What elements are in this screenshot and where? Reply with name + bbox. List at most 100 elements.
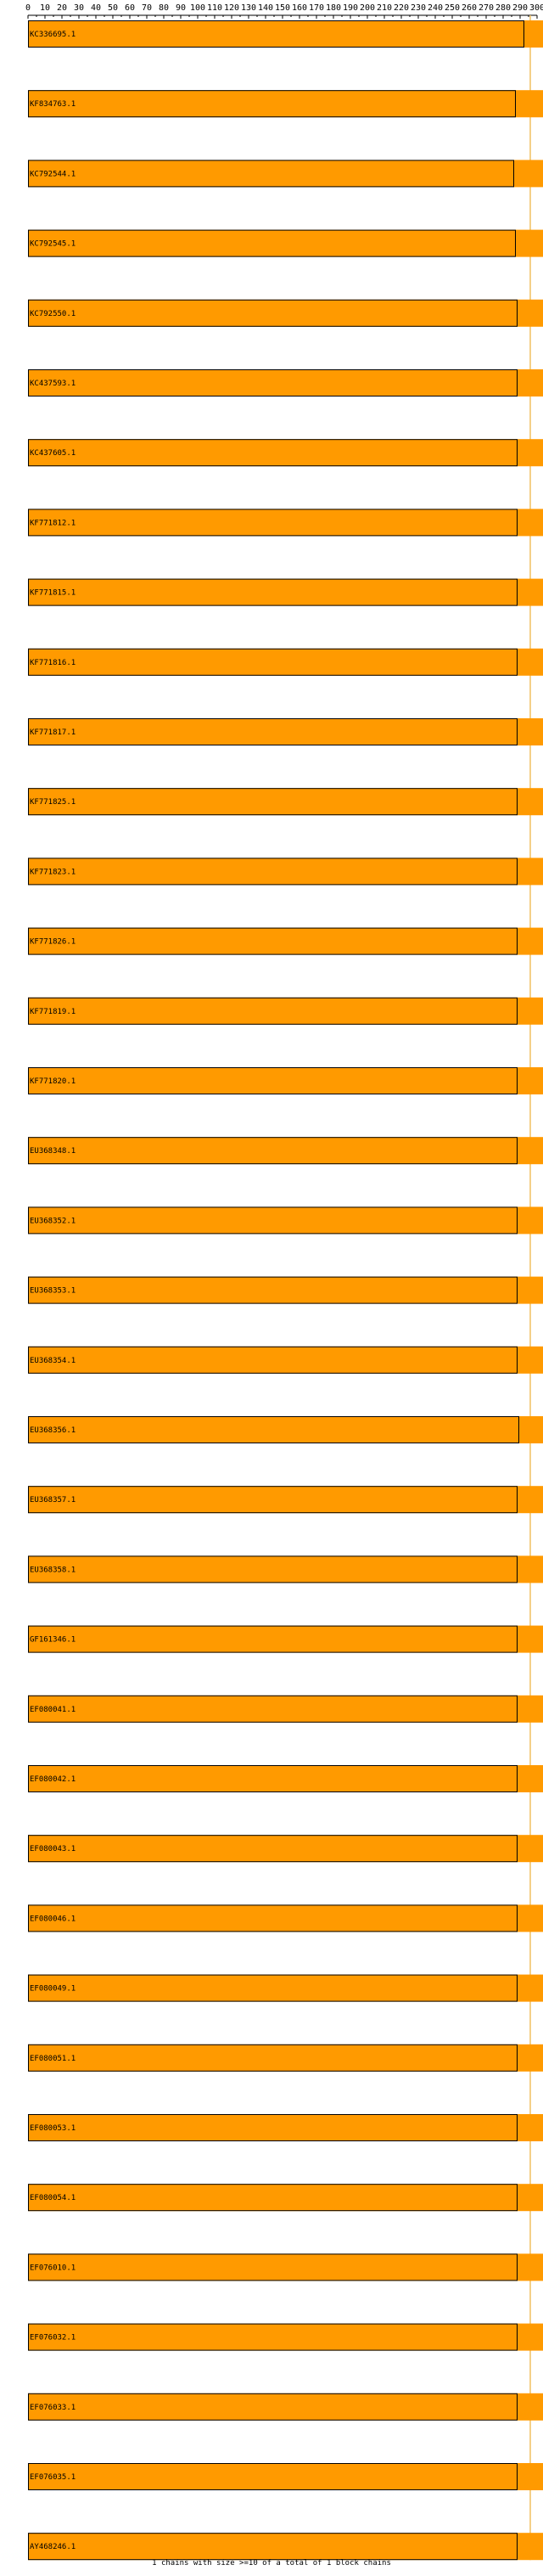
x-tick-label: 70 xyxy=(142,3,152,13)
x-tick-label: 20 xyxy=(57,3,67,13)
bar-label: EF080046.1 xyxy=(30,1915,76,1923)
bar xyxy=(28,858,518,886)
bar xyxy=(28,1137,518,1165)
bar xyxy=(28,369,518,397)
bar-row: KF771812.1 xyxy=(28,509,543,537)
bar-label: KF771820.1 xyxy=(30,1077,76,1086)
bar xyxy=(28,2323,518,2351)
bar-label: EF080041.1 xyxy=(30,1706,76,1714)
bar xyxy=(28,439,518,467)
bar xyxy=(28,20,524,48)
bar-label: KF834763.1 xyxy=(30,100,76,109)
x-tick-label: 130 xyxy=(241,3,256,13)
x-tick-label: 240 xyxy=(428,3,443,13)
bar xyxy=(28,160,514,188)
x-tick-label: 250 xyxy=(445,3,460,13)
bar xyxy=(28,2044,518,2072)
bar-label: EF080051.1 xyxy=(30,2055,76,2063)
x-tick-label: 10 xyxy=(40,3,50,13)
bar-row: KF771823.1 xyxy=(28,858,543,886)
bar-row: EU368354.1 xyxy=(28,1346,543,1374)
bar-label: KC437593.1 xyxy=(30,380,76,388)
bar-label: KF771823.1 xyxy=(30,868,76,876)
bar-label: GF161346.1 xyxy=(30,1636,76,1645)
x-tick-label: 290 xyxy=(512,3,528,13)
bar xyxy=(28,2184,518,2212)
bar-row: KC336695.1 xyxy=(28,20,543,48)
bar-row: EF076032.1 xyxy=(28,2323,543,2351)
x-tick-label: 220 xyxy=(394,3,409,13)
x-tick-label: 140 xyxy=(258,3,273,13)
x-tick-label: 80 xyxy=(159,3,169,13)
bar-row: KF771816.1 xyxy=(28,648,543,676)
x-axis: 0 10 20 30 40 50 60 70 80 90 100 110 120 130 140 150 160… xyxy=(25,3,543,19)
x-tick-label: 60 xyxy=(125,3,135,13)
bar-row: KF771817.1 xyxy=(28,718,543,745)
x-tick-label: 90 xyxy=(176,3,186,13)
bar-row: KC437605.1 xyxy=(28,439,543,467)
bar-label: KF771825.1 xyxy=(30,798,76,807)
bar-label: KF771826.1 xyxy=(30,938,76,947)
bar xyxy=(28,1765,518,1792)
bar-row: KF771820.1 xyxy=(28,1067,543,1094)
bar-label: EU368353.1 xyxy=(30,1287,76,1296)
bar xyxy=(28,2393,518,2421)
bar xyxy=(28,509,518,537)
x-tick-label: 270 xyxy=(479,3,494,13)
x-tick-label: 190 xyxy=(343,3,358,13)
bar-row: KC792545.1 xyxy=(28,229,543,257)
x-tick-label: 210 xyxy=(377,3,392,13)
bar-row: EF080053.1 xyxy=(28,2114,543,2141)
bar-row: EF080041.1 xyxy=(28,1695,543,1723)
x-tick-label: 230 xyxy=(411,3,426,13)
bar xyxy=(28,648,518,676)
bar-row: EU368352.1 xyxy=(28,1206,543,1235)
bar xyxy=(28,1625,518,1653)
bar xyxy=(28,2253,518,2281)
x-tick-label: 170 xyxy=(309,3,324,13)
bar xyxy=(28,1416,519,1443)
x-tick-label: 100 xyxy=(190,3,205,13)
x-tick-label: 300 xyxy=(529,3,543,13)
bar xyxy=(28,1974,518,2002)
x-tick-label: 110 xyxy=(207,3,222,13)
bar xyxy=(28,1555,518,1583)
bar-row: EU368356.1 xyxy=(28,1416,543,1443)
bar xyxy=(28,997,518,1025)
bar-label: AY468246.1 xyxy=(30,2543,76,2551)
bar xyxy=(28,718,518,745)
bar-row: KF771825.1 xyxy=(28,788,543,816)
bar-row: EF080054.1 xyxy=(28,2184,543,2212)
x-tick-label: 0 xyxy=(25,3,31,13)
bar-row: EF080051.1 xyxy=(28,2044,543,2072)
x-tick-label: 40 xyxy=(91,3,101,13)
bar-row: AY468246.1 xyxy=(28,2533,543,2561)
bar-row: KF771819.1 xyxy=(28,997,543,1025)
bar xyxy=(28,2533,518,2561)
bar-row: EU368353.1 xyxy=(28,1276,543,1304)
bar-row: EF080049.1 xyxy=(28,1974,543,2002)
bar-row: EF080043.1 xyxy=(28,1835,543,1863)
bar-label: KF771816.1 xyxy=(30,659,76,667)
bar-label: EU368356.1 xyxy=(30,1426,76,1435)
bar-label: KC792545.1 xyxy=(30,240,76,249)
x-tick-label: 180 xyxy=(326,3,341,13)
x-tick-label: 260 xyxy=(462,3,477,13)
bar xyxy=(28,299,518,327)
bar-row: EU368348.1 xyxy=(28,1137,543,1165)
bar xyxy=(28,1067,518,1094)
bar-label: EF076010.1 xyxy=(30,2264,76,2272)
bar-label: EF076032.1 xyxy=(30,2334,76,2343)
bar-row: GF161346.1 xyxy=(28,1625,543,1653)
bar-label: KF771812.1 xyxy=(30,519,76,527)
bar-label: EF080043.1 xyxy=(30,1845,76,1853)
bar-label: EF080049.1 xyxy=(30,1985,76,1994)
bar xyxy=(28,1346,518,1374)
bar-row: EF076035.1 xyxy=(28,2463,543,2490)
bar-label: EF080042.1 xyxy=(30,1775,76,1784)
x-tick-label: 200 xyxy=(360,3,375,13)
bar-row: EF080042.1 xyxy=(28,1765,543,1792)
x-tick-label: 150 xyxy=(275,3,290,13)
bar-row: KF771826.1 xyxy=(28,927,543,955)
bar-row: EU368358.1 xyxy=(28,1555,543,1583)
